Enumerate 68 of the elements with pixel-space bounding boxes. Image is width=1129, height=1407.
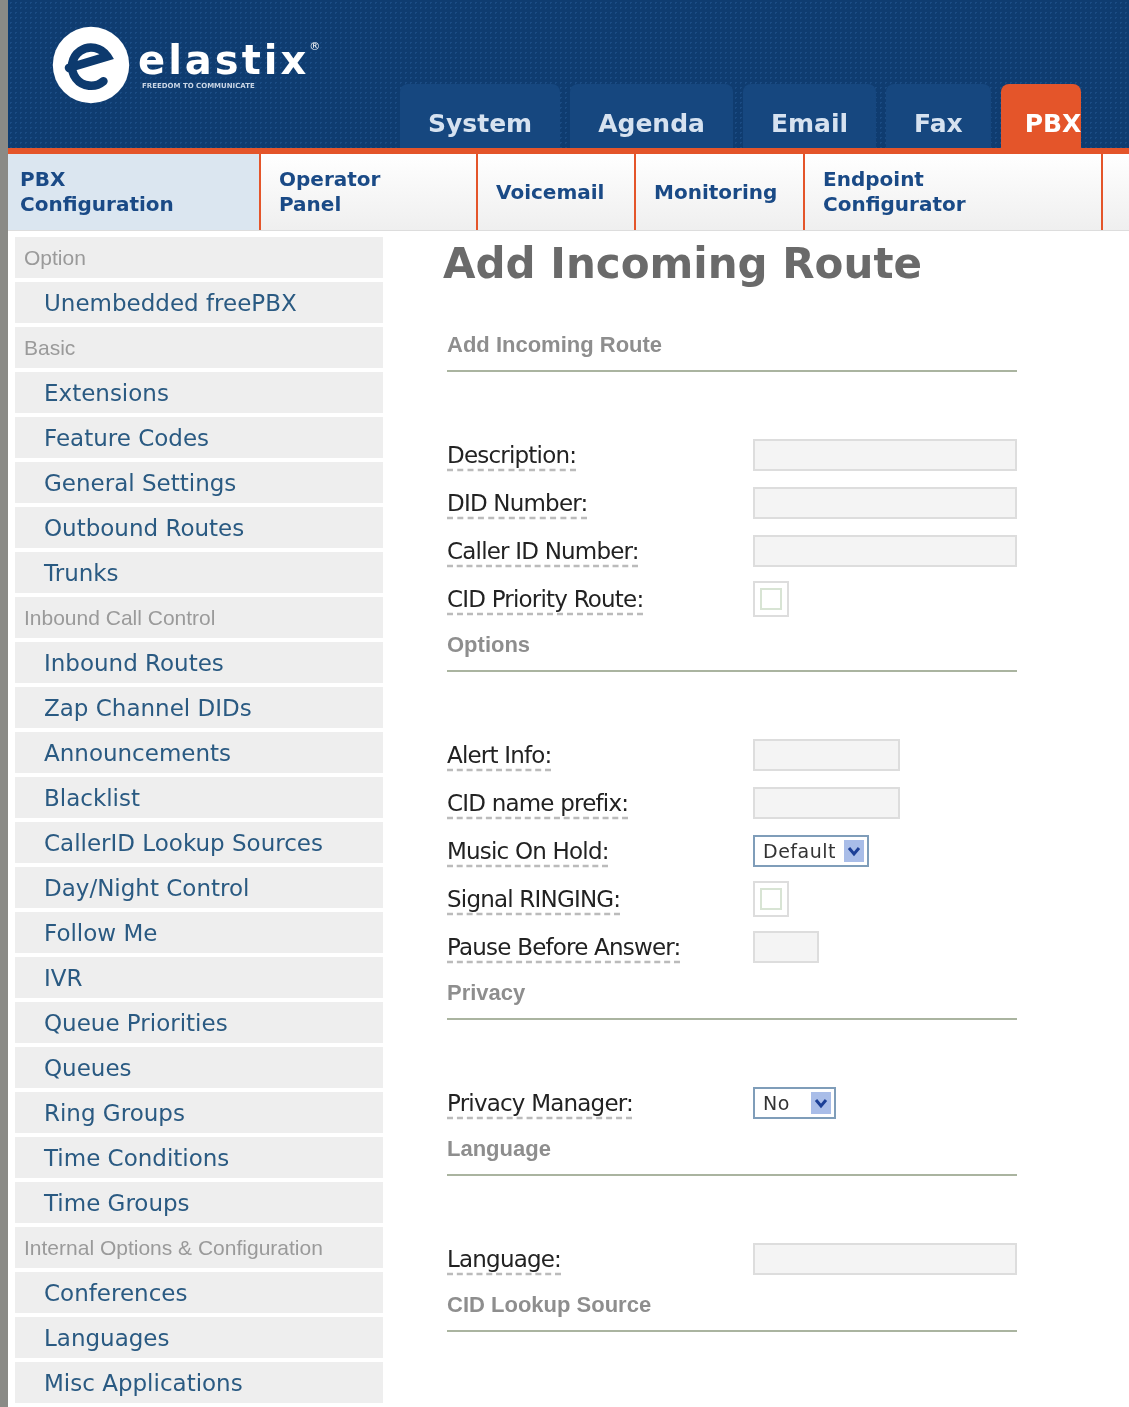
text-field[interactable] bbox=[753, 439, 1017, 471]
field-label: DID Number: bbox=[447, 490, 589, 516]
field-label: CID Priority Route: bbox=[447, 586, 645, 612]
sidebar-section-header: Basic bbox=[15, 327, 383, 368]
section-heading: Options bbox=[447, 632, 532, 658]
field-label: Privacy Manager: bbox=[447, 1090, 634, 1116]
text-field[interactable] bbox=[753, 739, 900, 771]
sidebar-item[interactable]: Follow Me bbox=[15, 912, 383, 953]
dropdown[interactable]: No bbox=[753, 1087, 836, 1119]
text-field[interactable] bbox=[753, 787, 900, 819]
text-field[interactable] bbox=[753, 1243, 1017, 1275]
field-label: Alert Info: bbox=[447, 742, 553, 768]
field-label: Pause Before Answer: bbox=[447, 934, 682, 960]
sidebar-item[interactable]: Trunks bbox=[15, 552, 383, 593]
submenu-tab[interactable]: Endpoint Configurator bbox=[805, 154, 1103, 230]
sidebar-item[interactable]: Languages bbox=[15, 1317, 383, 1358]
sidebar-item[interactable]: Outbound Routes bbox=[15, 507, 383, 548]
sidebar-item[interactable]: General Settings bbox=[15, 462, 383, 503]
submenu-tab[interactable]: PBX Configuration bbox=[8, 154, 261, 230]
sidebar-item[interactable]: CallerID Lookup Sources bbox=[15, 822, 383, 863]
main-tab[interactable]: Email bbox=[742, 84, 877, 148]
caret-icon bbox=[843, 840, 864, 862]
field-label: Description: bbox=[447, 442, 578, 468]
section-heading: Privacy bbox=[447, 980, 527, 1006]
sidebar-item[interactable]: Unembedded freePBX bbox=[15, 282, 383, 323]
caret-icon bbox=[811, 1092, 831, 1114]
checkbox[interactable] bbox=[753, 581, 789, 617]
main-tab[interactable]: System bbox=[400, 84, 561, 148]
submenu-tab[interactable]: Monitoring bbox=[636, 154, 805, 230]
section-heading: Add Incoming Route bbox=[447, 332, 664, 358]
logo-name: elastix bbox=[138, 40, 310, 80]
sidebar-section-header: Internal Options & Configuration bbox=[15, 1227, 383, 1268]
submenu-tab[interactable]: Operator Panel bbox=[261, 154, 478, 230]
sidebar-section-header: Option bbox=[15, 237, 383, 278]
sidebar-item[interactable]: Time Groups bbox=[15, 1182, 383, 1223]
main-tab[interactable]: Fax bbox=[886, 84, 991, 148]
submenu-tab[interactable]: Voicemail bbox=[478, 154, 636, 230]
field-label: Music On Hold: bbox=[447, 838, 610, 864]
section-heading: CID Lookup Source bbox=[447, 1292, 653, 1318]
field-label: Signal RINGING: bbox=[447, 886, 622, 912]
section-heading: Language bbox=[447, 1136, 552, 1162]
field-label: Language: bbox=[447, 1246, 563, 1272]
sidebar-item[interactable]: Inbound Routes bbox=[15, 642, 383, 683]
sidebar-item[interactable]: Feature Codes bbox=[15, 417, 383, 458]
registered-mark: ® bbox=[309, 40, 321, 53]
sidebar-item[interactable]: Announcements bbox=[15, 732, 383, 773]
sidebar-item[interactable]: Queues bbox=[15, 1047, 383, 1088]
sidebar-item[interactable]: Extensions bbox=[15, 372, 383, 413]
sidebar-item[interactable]: IVR bbox=[15, 957, 383, 998]
checkbox[interactable] bbox=[753, 881, 789, 917]
sidebar-item[interactable]: Zap Channel DIDs bbox=[15, 687, 383, 728]
sidebar-item[interactable]: Queue Priorities bbox=[15, 1002, 383, 1043]
text-field[interactable] bbox=[753, 931, 819, 963]
sidebar-item[interactable]: Day/Night Control bbox=[15, 867, 383, 908]
sidebar-item[interactable]: Blacklist bbox=[15, 777, 383, 818]
sidebar-item[interactable]: Ring Groups bbox=[15, 1092, 383, 1133]
sidebar-item[interactable]: Misc Applications bbox=[15, 1362, 383, 1403]
sidebar-section-header: Inbound Call Control bbox=[15, 597, 383, 638]
text-field[interactable] bbox=[753, 535, 1017, 567]
main-tab[interactable]: Agenda bbox=[570, 84, 733, 148]
sidebar-item[interactable]: Conferences bbox=[15, 1272, 383, 1313]
dropdown[interactable]: Default bbox=[753, 835, 869, 867]
sidebar-item[interactable]: Time Conditions bbox=[15, 1137, 383, 1178]
field-label: Caller ID Number: bbox=[447, 538, 640, 564]
field-label: CID name prefix: bbox=[447, 790, 630, 816]
text-field[interactable] bbox=[753, 487, 1017, 519]
page-title: Add Incoming Route bbox=[443, 239, 923, 288]
main-tab[interactable]: PBX bbox=[1000, 84, 1082, 148]
